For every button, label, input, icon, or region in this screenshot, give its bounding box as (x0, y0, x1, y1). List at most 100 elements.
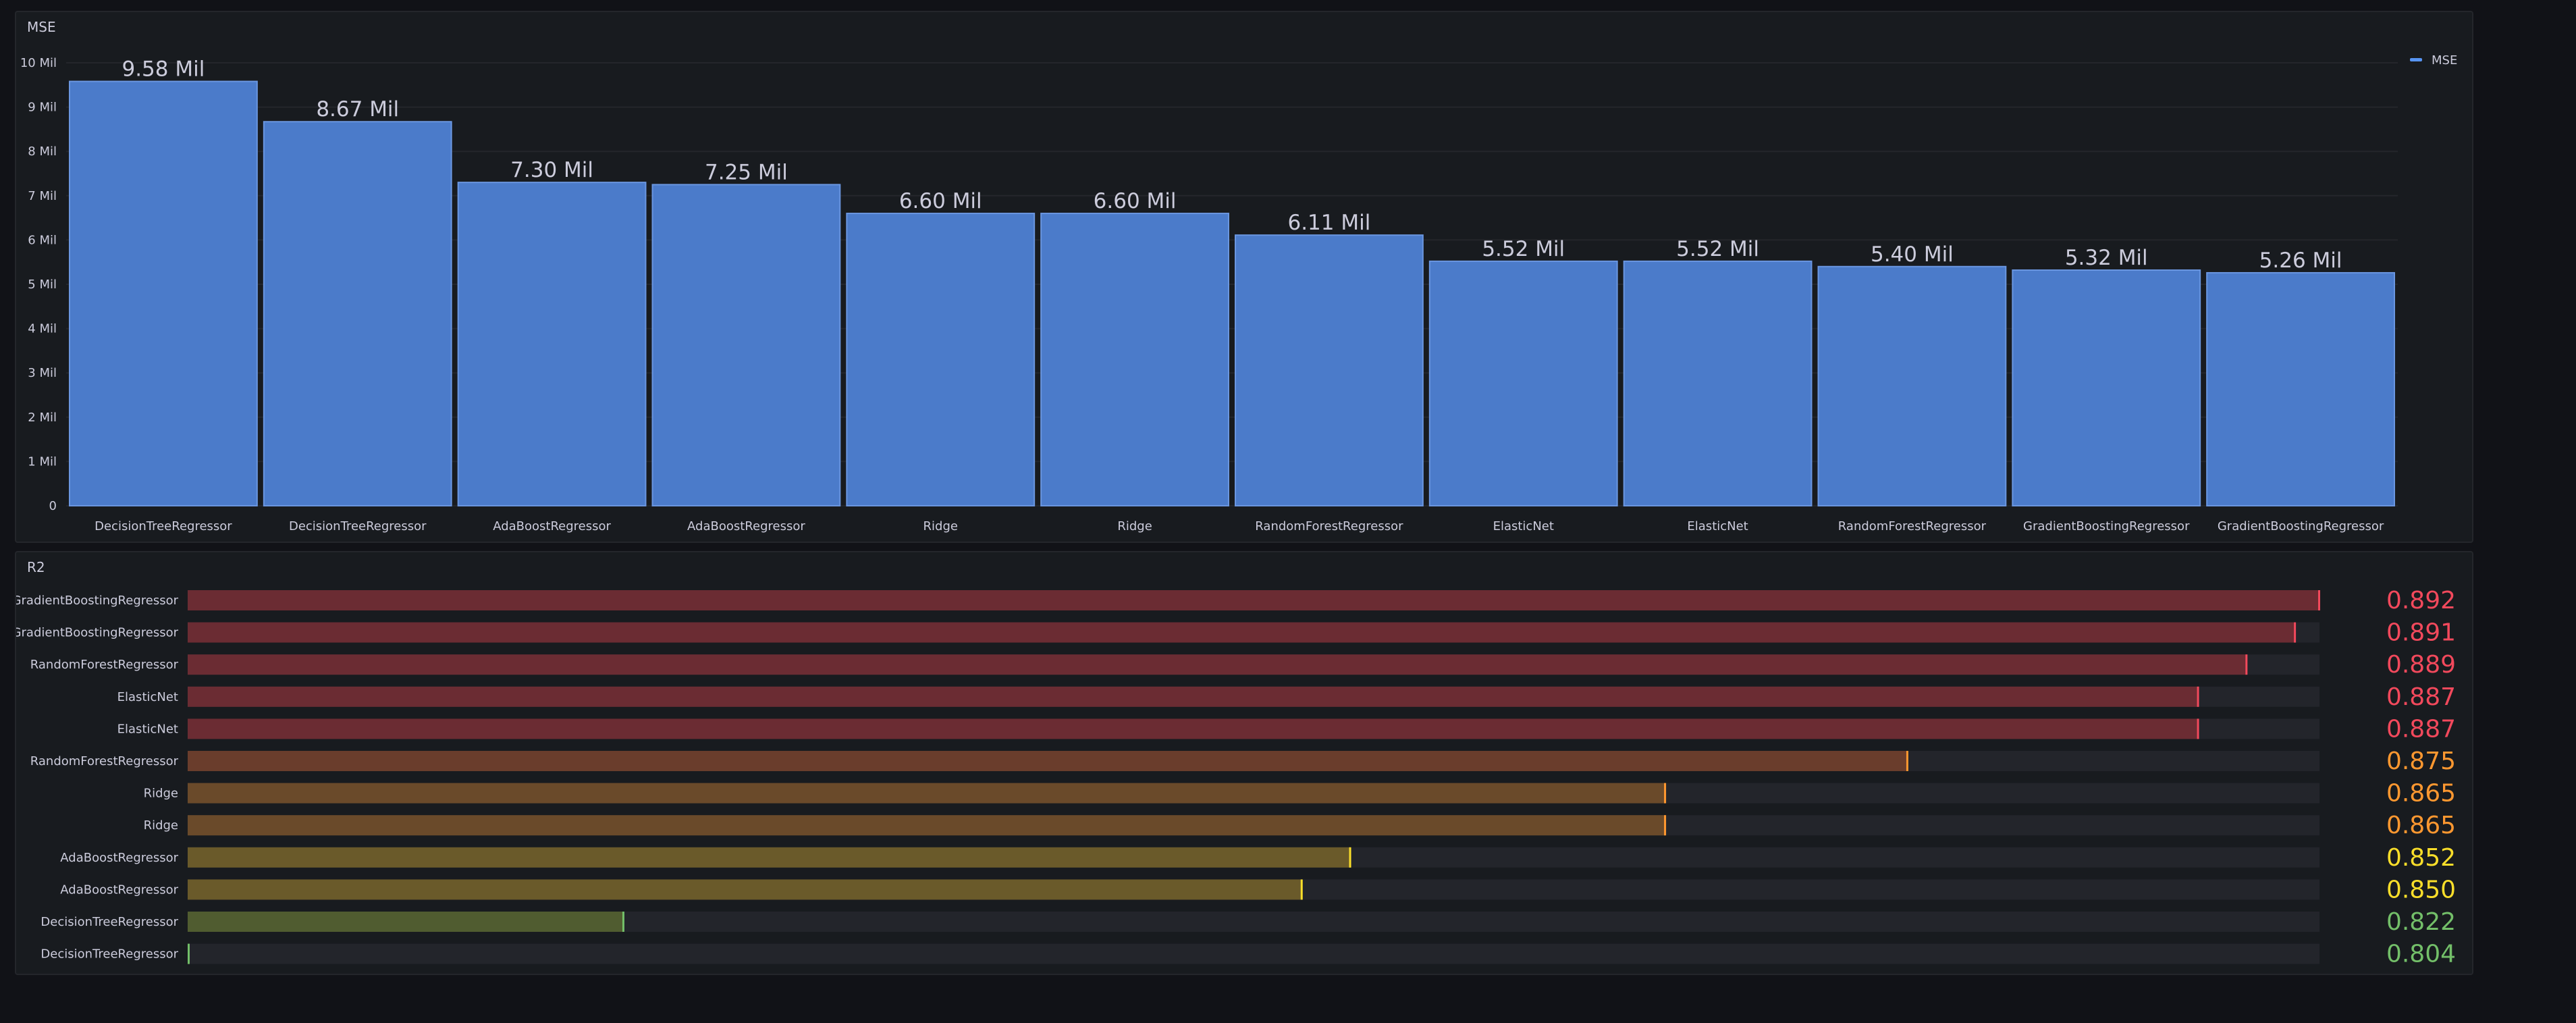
bar-value-label: 5.52 Mil (1482, 237, 1565, 261)
y-tick-label: 2 Mil (28, 411, 57, 425)
bar (69, 80, 258, 506)
gauge-bar (188, 912, 624, 932)
bar (2206, 271, 2396, 506)
gauge-bar (188, 751, 1908, 771)
x-tick-label: RandomForestRegressor (1255, 519, 1403, 533)
bar (1623, 260, 1813, 506)
bar-value-label: 5.40 Mil (1871, 242, 1954, 267)
legend-label: MSE (2432, 53, 2457, 68)
gauge-row-label: Ridge (144, 818, 178, 833)
gauge-row-label: Ridge (144, 787, 178, 801)
gauge-bar (188, 718, 2199, 739)
y-tick-label: 3 Mil (28, 366, 57, 380)
bar-value-label: 5.32 Mil (2065, 246, 2148, 270)
bar (1428, 260, 1618, 506)
bar (263, 121, 452, 507)
gauge-row-label: ElasticNet (117, 722, 178, 736)
bar-value-label: 9.58 Mil (122, 57, 205, 82)
bar-value-label: 6.60 Mil (1094, 189, 1177, 213)
mse-panel: MSE 0 1 Mil 2 Mil 3 Mil 4 Mil 5 Mil 6 Mil 7 Mil… (15, 11, 2473, 543)
gauge-bar-edge (188, 943, 190, 964)
bar-value-label: 6.11 Mil (1287, 211, 1370, 235)
gauge-bar (188, 847, 1351, 868)
gauge-bar-edge (1906, 751, 1908, 771)
bar (1817, 265, 2007, 506)
gauge-value-label: 0.887 (2386, 715, 2456, 743)
gauge-bar-edge (2294, 622, 2297, 643)
y-tick-label: 1 Mil (28, 454, 57, 469)
r2-panel: R2 GradientBoostingRegressor 0.892 Gradien… (15, 551, 2473, 975)
bar (1235, 234, 1424, 506)
x-tick-label: GradientBoostingRegressor (2023, 519, 2190, 533)
gauge-row-label: ElasticNet (117, 690, 178, 704)
gauge-bar-edge (1349, 847, 1351, 868)
legend-swatch (2410, 58, 2422, 61)
bar (846, 213, 1036, 506)
gauge-bar-edge (1300, 879, 1303, 900)
gauge-row-label: DecisionTreeRegressor (41, 947, 178, 962)
x-tick-label: RandomForestRegressor (1838, 519, 1987, 533)
bar (457, 182, 647, 506)
gauge-bar (188, 879, 1302, 900)
gauge-bar-edge (1664, 815, 1667, 836)
gauge-value-label: 0.850 (2386, 876, 2456, 903)
gauge-value-label: 0.889 (2386, 651, 2456, 679)
gauge-value-label: 0.875 (2386, 747, 2456, 775)
bar (1040, 213, 1229, 506)
gauge-bar (188, 815, 1666, 836)
gauge-value-label: 0.891 (2386, 619, 2456, 647)
x-tick-label: Ridge (1117, 519, 1152, 533)
y-tick-label: 10 Mil (20, 56, 57, 70)
gauge-bar (188, 783, 1666, 804)
bar (2012, 269, 2201, 506)
gauge-value-label: 0.865 (2386, 812, 2456, 839)
bar-value-label: 5.26 Mil (2259, 248, 2342, 273)
bar-value-label: 7.25 Mil (705, 160, 788, 184)
bar-value-label: 8.67 Mil (316, 97, 399, 122)
gauge-bar (188, 686, 2199, 707)
gauge-bar-edge (2197, 686, 2199, 707)
gauge-value-label: 0.892 (2386, 587, 2456, 614)
mse-bar-chart: 0 1 Mil 2 Mil 3 Mil 4 Mil 5 Mil 6 Mil 7 Mil 8 Mi… (20, 53, 2458, 533)
gauge-bar (188, 590, 2319, 610)
gauge-track (188, 943, 2319, 964)
x-tick-label: AdaBoostRegressor (687, 519, 805, 533)
gauge-row-label: DecisionTreeRegressor (41, 915, 178, 929)
x-tick-label: AdaBoostRegressor (493, 519, 611, 533)
x-tick-label: DecisionTreeRegressor (289, 519, 427, 533)
gauge-value-label: 0.887 (2386, 683, 2456, 711)
bar-value-label: 5.52 Mil (1676, 237, 1759, 261)
gauge-bar-edge (622, 912, 624, 932)
gauge-bar-edge (2245, 654, 2248, 675)
gauge-bar (188, 622, 2296, 643)
gauge-value-label: 0.822 (2386, 908, 2456, 936)
y-tick-label: 7 Mil (28, 189, 57, 203)
gauge-row-label: AdaBoostRegressor (60, 851, 178, 865)
x-tick-label: ElasticNet (1687, 519, 1748, 533)
gauge-bar (188, 654, 2247, 675)
y-tick-label: 9 Mil (28, 101, 57, 115)
y-tick-label: 8 Mil (28, 145, 57, 159)
x-tick-label: GradientBoostingRegressor (2218, 519, 2384, 533)
y-tick-label: 4 Mil (28, 322, 57, 336)
gauge-value-label: 0.852 (2386, 844, 2456, 872)
gauge-bar-edge (2318, 590, 2320, 610)
gauge-bar-edge (1664, 783, 1667, 804)
gauge-bar-edge (2197, 718, 2199, 739)
gauge-value-label: 0.865 (2386, 780, 2456, 808)
bar-value-label: 7.30 Mil (510, 158, 593, 182)
gauge-row-label: GradientBoostingRegressor (16, 626, 179, 640)
x-tick-label: ElasticNet (1493, 519, 1554, 533)
gauge-row-label: RandomForestRegressor (30, 658, 179, 672)
x-tick-label: DecisionTreeRegressor (95, 519, 232, 533)
bar-value-label: 6.60 Mil (899, 189, 982, 213)
gauge-row-label: RandomForestRegressor (30, 754, 179, 768)
r2-bar-gauge: GradientBoostingRegressor 0.892 GradientBo… (16, 587, 2456, 968)
gauge-value-label: 0.804 (2386, 941, 2456, 968)
y-tick-label: 0 (49, 499, 57, 513)
bar (651, 184, 841, 506)
gauge-row-label: AdaBoostRegressor (60, 883, 178, 897)
gauge-row-label: GradientBoostingRegressor (16, 594, 179, 608)
x-tick-label: Ridge (923, 519, 958, 533)
y-tick-label: 6 Mil (28, 233, 57, 247)
